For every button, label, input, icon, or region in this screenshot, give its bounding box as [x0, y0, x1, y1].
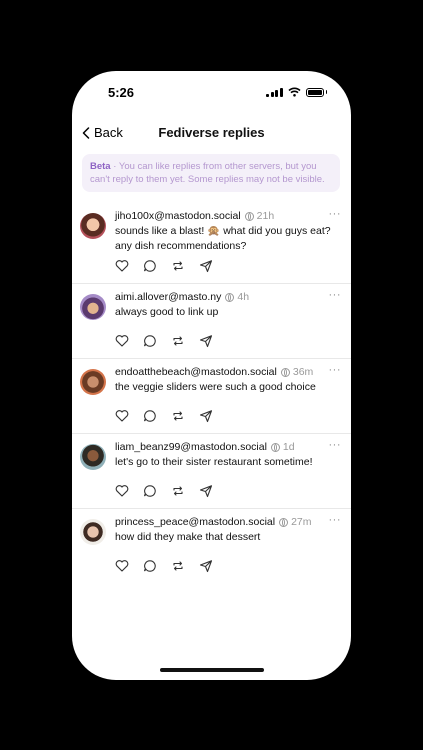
heart-icon[interactable] — [115, 334, 129, 348]
beta-banner: Beta · You can like replies from other s… — [82, 154, 340, 192]
heart-icon[interactable] — [115, 409, 129, 423]
globe-icon — [270, 442, 280, 452]
share-icon[interactable] — [199, 484, 213, 498]
reply-text: let's go to their sister restaurant some… — [115, 456, 313, 468]
reply-handle[interactable]: endoatthebeach@mastodon.social — [115, 366, 277, 378]
battery-cap — [325, 90, 327, 94]
phone-screen: 5:26 Back Fediverse replies Beta · You c… — [72, 71, 351, 680]
home-indicator[interactable] — [160, 668, 264, 672]
reply-time: 1d — [282, 441, 295, 453]
list-item: endoatthebeach@mastodon.social 36m ··· t… — [72, 359, 351, 434]
comment-icon[interactable] — [143, 334, 157, 348]
status-icons — [266, 87, 327, 97]
globe-icon — [225, 292, 235, 302]
nav-bar: Back Fediverse replies — [72, 121, 351, 145]
battery-icon — [305, 87, 324, 97]
globe-icon — [244, 211, 254, 221]
repost-icon[interactable] — [171, 484, 185, 498]
reply-time: 21h — [256, 210, 275, 222]
more-icon[interactable]: ··· — [329, 514, 342, 526]
avatar[interactable] — [80, 369, 106, 395]
share-icon[interactable] — [199, 409, 213, 423]
wifi-icon — [287, 87, 301, 97]
globe-icon — [279, 517, 289, 527]
list-item: jiho100x@mastodon.social 21h ··· sounds … — [72, 203, 351, 284]
more-icon[interactable]: ··· — [329, 364, 342, 376]
globe-icon — [280, 367, 290, 377]
share-icon[interactable] — [199, 559, 213, 573]
more-icon[interactable]: ··· — [329, 208, 342, 220]
list-item: princess_peace@mastodon.social 27m ··· h… — [72, 509, 351, 583]
reply-text: sounds like a blast! 🙊 what did you guys… — [115, 225, 331, 252]
repost-icon[interactable] — [171, 259, 185, 273]
reply-handle[interactable]: liam_beanz99@mastodon.social — [115, 441, 267, 453]
comment-icon[interactable] — [143, 409, 157, 423]
reply-time: 36m — [292, 366, 314, 378]
comment-icon[interactable] — [143, 559, 157, 573]
reply-text: always good to link up — [115, 306, 219, 318]
reply-actions — [115, 259, 213, 273]
avatar[interactable] — [80, 519, 106, 545]
reply-actions — [115, 484, 213, 498]
more-icon[interactable]: ··· — [329, 439, 342, 451]
heart-icon[interactable] — [115, 484, 129, 498]
reply-actions — [115, 559, 213, 573]
heart-icon[interactable] — [115, 259, 129, 273]
status-time: 5:26 — [108, 85, 135, 100]
reply-list: jiho100x@mastodon.social 21h ··· sounds … — [72, 203, 351, 583]
share-icon[interactable] — [199, 259, 213, 273]
reply-handle[interactable]: aimi.allover@masto.ny — [115, 291, 221, 303]
reply-actions — [115, 409, 213, 423]
reply-handle[interactable]: princess_peace@mastodon.social — [115, 516, 275, 528]
banner-text: · You can like replies from other server… — [90, 161, 325, 185]
list-item: aimi.allover@masto.ny 4h ··· always good… — [72, 284, 351, 359]
reply-time: 4h — [237, 291, 250, 303]
share-icon[interactable] — [199, 334, 213, 348]
reply-text: how did they make that dessert — [115, 531, 261, 543]
beta-label: Beta — [90, 161, 111, 172]
list-item: liam_beanz99@mastodon.social 1d ··· let'… — [72, 434, 351, 509]
reply-text: the veggie sliders were such a good choi… — [115, 381, 316, 393]
heart-icon[interactable] — [115, 559, 129, 573]
repost-icon[interactable] — [171, 559, 185, 573]
reply-time: 27m — [291, 516, 312, 528]
comment-icon[interactable] — [143, 484, 157, 498]
avatar[interactable] — [80, 294, 106, 320]
signal-icon — [266, 87, 283, 97]
comment-icon[interactable] — [143, 259, 157, 273]
repost-icon[interactable] — [171, 409, 185, 423]
status-bar: 5:26 — [72, 71, 351, 115]
reply-actions — [115, 334, 213, 348]
reply-handle[interactable]: jiho100x@mastodon.social — [115, 210, 241, 222]
more-icon[interactable]: ··· — [329, 289, 342, 301]
repost-icon[interactable] — [171, 334, 185, 348]
page-title: Fediverse replies — [158, 125, 265, 140]
avatar[interactable] — [80, 444, 106, 470]
avatar[interactable] — [80, 213, 106, 239]
